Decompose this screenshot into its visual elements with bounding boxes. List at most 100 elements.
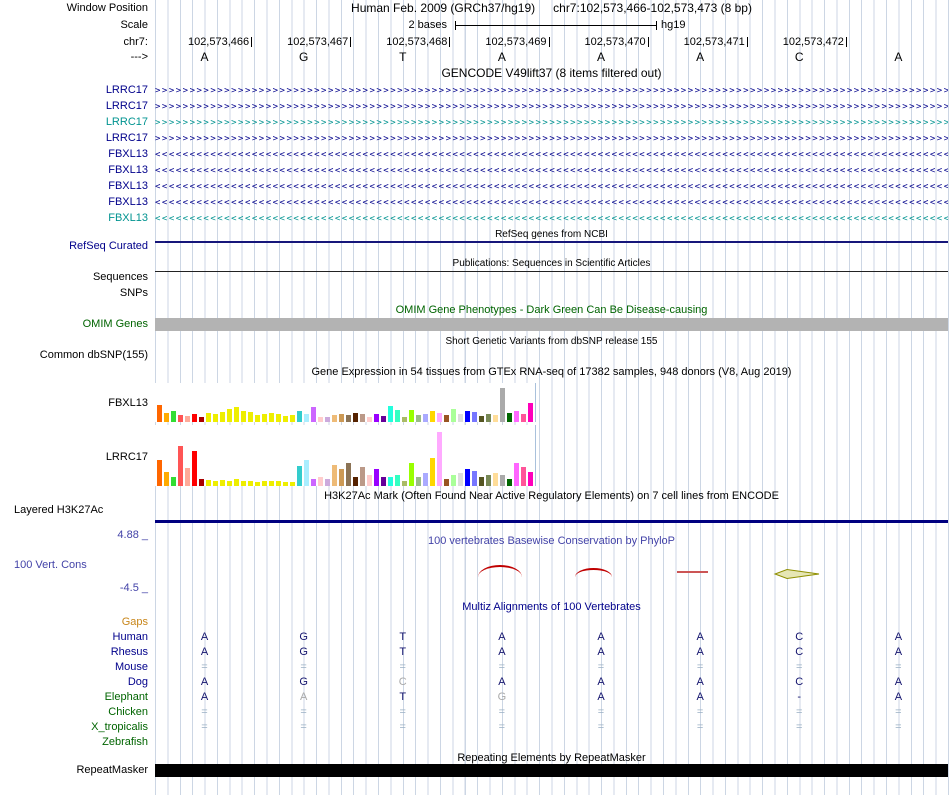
- gtex-bar[interactable]: [255, 415, 260, 422]
- gtex-bar[interactable]: [486, 414, 491, 422]
- gtex-bar[interactable]: [157, 460, 162, 486]
- publications-track-label[interactable]: Sequences: [0, 271, 148, 284]
- species-label[interactable]: Rhesus: [0, 646, 148, 659]
- publications-feature-bar[interactable]: [155, 271, 948, 272]
- gtex-bar[interactable]: [325, 479, 330, 486]
- gtex-bar[interactable]: [451, 475, 456, 486]
- gene-transcript-row[interactable]: <<<<<<<<<<<<<<<<<<<<<<<<<<<<<<<<<<<<<<<<…: [155, 212, 948, 226]
- repeatmasker-bar[interactable]: [155, 764, 948, 777]
- species-label[interactable]: Zebrafish: [0, 736, 148, 749]
- species-label[interactable]: Elephant: [0, 691, 148, 704]
- gtex-bar[interactable]: [360, 467, 365, 486]
- gtex-bar[interactable]: [255, 482, 260, 486]
- refseq-gene-bar[interactable]: [155, 241, 948, 243]
- gtex-bar[interactable]: [164, 472, 169, 486]
- gtex-bar[interactable]: [374, 414, 379, 422]
- gtex-bar[interactable]: [493, 415, 498, 422]
- gtex-bar[interactable]: [437, 432, 442, 486]
- gtex-bar[interactable]: [395, 410, 400, 422]
- gtex-bar[interactable]: [213, 414, 218, 422]
- gene-transcript-row[interactable]: >>>>>>>>>>>>>>>>>>>>>>>>>>>>>>>>>>>>>>>>…: [155, 84, 948, 98]
- gtex-bar[interactable]: [290, 482, 295, 486]
- gtex-bar[interactable]: [283, 416, 288, 422]
- gtex-bar[interactable]: [500, 388, 505, 422]
- gtex-bar[interactable]: [388, 406, 393, 422]
- gtex-bar[interactable]: [290, 415, 295, 422]
- gtex-bar[interactable]: [395, 475, 400, 486]
- snps-track-label[interactable]: SNPs: [0, 287, 148, 300]
- gtex-bar[interactable]: [220, 480, 225, 486]
- gtex-bar[interactable]: [318, 417, 323, 422]
- gtex-bar[interactable]: [507, 479, 512, 486]
- gtex-bar[interactable]: [458, 414, 463, 422]
- species-label[interactable]: Dog: [0, 676, 148, 689]
- gtex-bar[interactable]: [381, 477, 386, 486]
- refseq-track-label[interactable]: RefSeq Curated: [0, 240, 148, 253]
- gene-transcript-row[interactable]: >>>>>>>>>>>>>>>>>>>>>>>>>>>>>>>>>>>>>>>>…: [155, 132, 948, 146]
- gtex-bar[interactable]: [192, 414, 197, 422]
- gtex-bar[interactable]: [430, 411, 435, 422]
- gtex-bar[interactable]: [374, 469, 379, 486]
- dbsnp-track-label[interactable]: Common dbSNP(155): [0, 349, 148, 362]
- gtex-bar[interactable]: [458, 473, 463, 486]
- gene-label[interactable]: FBXL13: [0, 196, 148, 209]
- gtex-bar[interactable]: [304, 414, 309, 422]
- gtex-bar[interactable]: [402, 481, 407, 486]
- species-label[interactable]: X_tropicalis: [0, 721, 148, 734]
- gtex-bar[interactable]: [192, 451, 197, 486]
- gtex-bar[interactable]: [416, 477, 421, 486]
- gtex-bar[interactable]: [493, 473, 498, 486]
- gtex-bar[interactable]: [262, 414, 267, 422]
- gene-transcript-row[interactable]: <<<<<<<<<<<<<<<<<<<<<<<<<<<<<<<<<<<<<<<<…: [155, 164, 948, 178]
- gene-transcript-row[interactable]: <<<<<<<<<<<<<<<<<<<<<<<<<<<<<<<<<<<<<<<<…: [155, 196, 948, 210]
- gene-label[interactable]: LRRC17: [0, 100, 148, 113]
- species-label[interactable]: Gaps: [0, 616, 148, 629]
- gtex-bar[interactable]: [171, 411, 176, 422]
- gtex-bar[interactable]: [178, 446, 183, 486]
- gtex-bar[interactable]: [262, 481, 267, 486]
- gtex-bar[interactable]: [220, 412, 225, 422]
- gtex-bar[interactable]: [276, 414, 281, 422]
- gene-transcript-row[interactable]: <<<<<<<<<<<<<<<<<<<<<<<<<<<<<<<<<<<<<<<<…: [155, 180, 948, 194]
- gtex-bar[interactable]: [318, 477, 323, 486]
- gene-transcript-row[interactable]: >>>>>>>>>>>>>>>>>>>>>>>>>>>>>>>>>>>>>>>>…: [155, 116, 948, 130]
- gene-label[interactable]: FBXL13: [0, 164, 148, 177]
- gtex-bar[interactable]: [437, 413, 442, 422]
- gtex-bar[interactable]: [241, 411, 246, 422]
- gtex-bar[interactable]: [360, 414, 365, 422]
- gtex-bar[interactable]: [171, 477, 176, 486]
- gtex-bar[interactable]: [234, 479, 239, 486]
- gtex-bar[interactable]: [283, 482, 288, 486]
- gtex-bar[interactable]: [479, 416, 484, 422]
- gtex-bar[interactable]: [486, 475, 491, 486]
- gtex-bar[interactable]: [164, 413, 169, 422]
- repeatmasker-track-label[interactable]: RepeatMasker: [0, 764, 148, 777]
- gtex-bar[interactable]: [521, 467, 526, 486]
- gtex-bar[interactable]: [157, 405, 162, 422]
- gtex-bar[interactable]: [507, 413, 512, 422]
- gtex-bar[interactable]: [514, 411, 519, 422]
- omim-gene-bar[interactable]: [155, 318, 948, 331]
- gtex-bar[interactable]: [521, 414, 526, 422]
- gene-label[interactable]: FBXL13: [0, 180, 148, 193]
- gtex-bar[interactable]: [227, 481, 232, 486]
- gtex-bar[interactable]: [514, 463, 519, 486]
- omim-track-label[interactable]: OMIM Genes: [0, 318, 148, 331]
- gene-label[interactable]: LRRC17: [0, 116, 148, 129]
- gtex-bar[interactable]: [409, 410, 414, 422]
- gene-label[interactable]: LRRC17: [0, 84, 148, 97]
- gtex-bar[interactable]: [269, 413, 274, 422]
- gtex-bar[interactable]: [339, 469, 344, 486]
- gene-label[interactable]: LRRC17: [0, 132, 148, 145]
- gtex-bar[interactable]: [472, 471, 477, 486]
- gtex-bar[interactable]: [479, 477, 484, 486]
- gtex-bar[interactable]: [332, 415, 337, 422]
- gtex-bar[interactable]: [325, 417, 330, 422]
- gtex-bar[interactable]: [199, 417, 204, 422]
- gtex-bar[interactable]: [234, 407, 239, 422]
- species-label[interactable]: Chicken: [0, 706, 148, 719]
- gtex-bar[interactable]: [269, 481, 274, 486]
- gtex-bar[interactable]: [353, 413, 358, 422]
- gtex-bar[interactable]: [353, 477, 358, 486]
- gene-transcript-row[interactable]: <<<<<<<<<<<<<<<<<<<<<<<<<<<<<<<<<<<<<<<<…: [155, 148, 948, 162]
